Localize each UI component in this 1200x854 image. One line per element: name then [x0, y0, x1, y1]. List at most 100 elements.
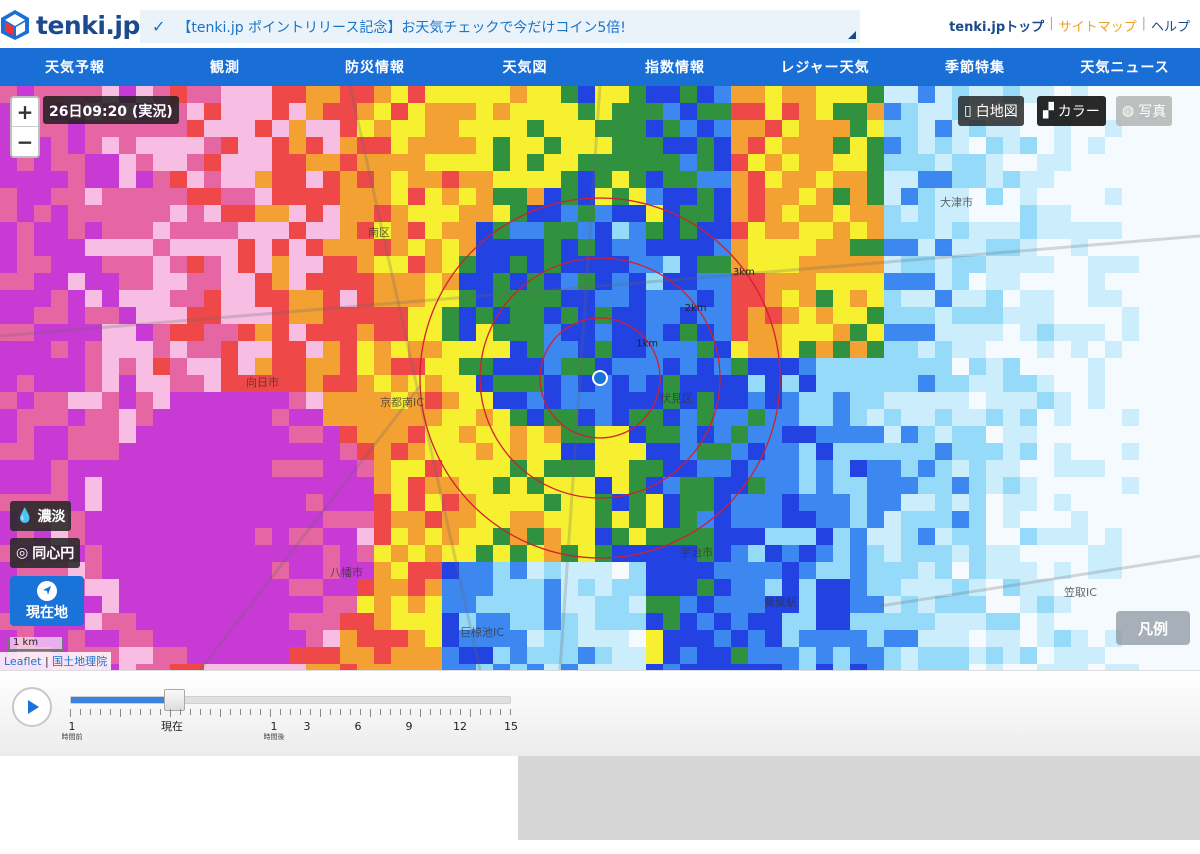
link-tenki-top[interactable]: tenki.jpトップ [949, 16, 1044, 35]
radar-cell [578, 477, 595, 494]
legend-button[interactable]: 凡例 [1116, 611, 1190, 645]
radar-cell [1173, 103, 1190, 120]
radar-cell [1054, 171, 1071, 188]
radar-cell [493, 545, 510, 562]
radar-cell [1190, 137, 1200, 154]
white-map-button[interactable]: ▯ 白地図 [958, 96, 1024, 126]
promo-banner-text[interactable]: 【tenki.jp ポイントリリース記念】お天気チェックで今だけコイン5倍! [177, 17, 625, 37]
radar-cell [1020, 307, 1037, 324]
radar-cell [221, 358, 238, 375]
play-button[interactable] [12, 687, 52, 727]
radar-cell [867, 358, 884, 375]
radar-cell [323, 545, 340, 562]
radar-cell [1020, 545, 1037, 562]
zoom-in-button[interactable]: + [12, 98, 38, 127]
time-slider-handle[interactable] [164, 689, 185, 711]
radar-cell [901, 647, 918, 664]
radar-cell [986, 596, 1003, 613]
radar-cell [459, 86, 476, 103]
radar-cell [884, 443, 901, 460]
radar-cell [68, 256, 85, 273]
radar-cell [0, 477, 17, 494]
color-map-button[interactable]: ▞ カラー [1037, 96, 1106, 126]
radar-cell [1173, 341, 1190, 358]
time-slider-track[interactable] [70, 696, 511, 704]
nav-item-index[interactable]: 指数情報 [600, 48, 750, 86]
nav-item-observation[interactable]: 観測 [150, 48, 300, 86]
concentric-circle-button[interactable]: ◎ 同心円 [10, 538, 81, 568]
radar-cell [629, 647, 646, 664]
radar-cell [408, 222, 425, 239]
radar-cell [918, 154, 935, 171]
radar-cell [612, 239, 629, 256]
radar-cell [697, 647, 714, 664]
promo-banner[interactable]: ✓ 【tenki.jp ポイントリリース記念】お天気チェックで今だけコイン5倍! [140, 10, 860, 43]
radar-cell [986, 477, 1003, 494]
nav-item-weather-map[interactable]: 天気図 [450, 48, 600, 86]
radar-cell [867, 103, 884, 120]
radar-cell [493, 239, 510, 256]
radar-cell [918, 188, 935, 205]
photo-map-button[interactable]: ◍ 写真 [1116, 96, 1173, 126]
nav-item-season[interactable]: 季節特集 [900, 48, 1050, 86]
current-location-marker[interactable] [592, 370, 608, 386]
radar-cell [1190, 630, 1200, 647]
radar-cell [1190, 273, 1200, 290]
radar-cell [374, 545, 391, 562]
radar-cell [306, 358, 323, 375]
radar-cell [697, 613, 714, 630]
radar-cell [646, 426, 663, 443]
radar-cell [51, 256, 68, 273]
radar-cell [629, 239, 646, 256]
radar-cell [663, 647, 680, 664]
radar-cell [646, 613, 663, 630]
radar-cell [1190, 103, 1200, 120]
nav-item-forecast[interactable]: 天気予報 [0, 48, 150, 86]
radar-cell [374, 375, 391, 392]
radar-cell [901, 290, 918, 307]
radar-cell [170, 494, 187, 511]
shade-toggle-button[interactable]: 💧 濃淡 [10, 501, 72, 531]
site-logo[interactable]: tenki.jp [0, 6, 140, 44]
radar-cell [867, 511, 884, 528]
current-location-button[interactable]: 現在地 [10, 576, 84, 626]
radar-map[interactable]: 1km 2km 3km 南区 向日市 伏見区 八幡市 宇治市 京都南IC 巨椋池IC 笠取IC 黄檗駅… [0, 86, 1200, 670]
attribution-leaflet-link[interactable]: Leaflet [4, 655, 41, 668]
radar-cell [204, 375, 221, 392]
nav-item-news[interactable]: 天気ニュース [1050, 48, 1200, 86]
radar-cell [340, 273, 357, 290]
radar-cell [476, 477, 493, 494]
radar-cell [374, 613, 391, 630]
radar-cell [544, 494, 561, 511]
radar-cell [153, 290, 170, 307]
nav-item-disaster[interactable]: 防災情報 [300, 48, 450, 86]
radar-cell [969, 613, 986, 630]
radar-cell [272, 511, 289, 528]
link-sitemap[interactable]: サイトマップ [1059, 16, 1137, 35]
radar-cell [833, 307, 850, 324]
radar-cell [442, 341, 459, 358]
radar-cell [833, 86, 850, 103]
radar-cell [340, 358, 357, 375]
radar-cell [204, 460, 221, 477]
link-help[interactable]: ヘルプ [1151, 16, 1190, 35]
attribution-gsi-link[interactable]: 国土地理院 [52, 655, 107, 668]
radar-cell [51, 205, 68, 222]
radar-cell [476, 307, 493, 324]
radar-cell [748, 307, 765, 324]
radar-cell [408, 120, 425, 137]
zoom-out-button[interactable]: − [12, 127, 38, 156]
radar-cell [1071, 494, 1088, 511]
radar-cell [884, 630, 901, 647]
radar-cell [901, 375, 918, 392]
radar-cell [612, 562, 629, 579]
nav-item-leisure[interactable]: レジャー天気 [750, 48, 900, 86]
radar-cell [1105, 171, 1122, 188]
radar-cell [119, 222, 136, 239]
radar-cell [748, 290, 765, 307]
radar-cell [578, 545, 595, 562]
radar-cell [1139, 307, 1156, 324]
radar-cell [34, 426, 51, 443]
radar-cell [578, 103, 595, 120]
radar-cell [969, 596, 986, 613]
